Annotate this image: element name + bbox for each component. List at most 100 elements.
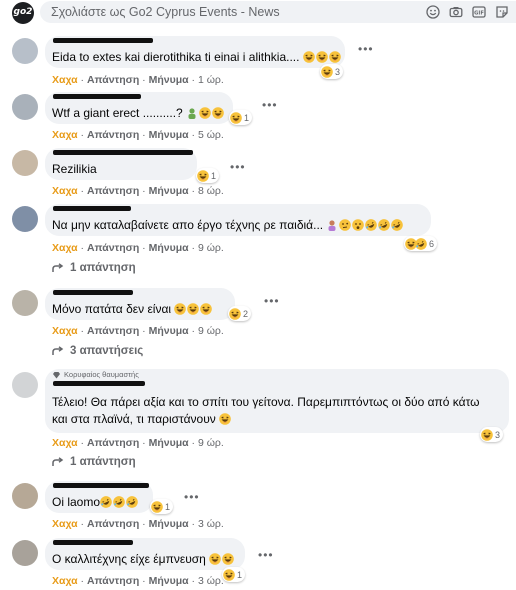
message-button[interactable]: Μήνυμα (149, 242, 189, 254)
haha-reaction-button[interactable]: Χαχα (52, 185, 78, 197)
comment-bubble: Κορυφαίος θαυμαστής Τέλειο! Θα πάρει αξί… (45, 369, 509, 433)
comment-time[interactable]: 9 ώρ. (198, 325, 224, 337)
author-name-redacted[interactable] (53, 290, 133, 295)
comment-time[interactable]: 9 ώρ. (198, 437, 224, 449)
comment-text: Μόνο πατάτα δεν είναι (52, 302, 213, 316)
message-button[interactable]: Μήνυμα (149, 575, 189, 587)
svg-text:GIF: GIF (474, 11, 484, 17)
haha-reaction-button[interactable]: Χαχα (52, 325, 78, 337)
reaction-summary[interactable]: 3 (480, 427, 504, 442)
sticker-icon[interactable] (494, 4, 510, 20)
more-options-icon[interactable]: ••• (230, 160, 246, 174)
emoji-icon[interactable] (425, 4, 441, 20)
haha-reaction-button[interactable]: Χαχα (52, 518, 78, 530)
comment-text: Eida to extes kai dierotithika ti einai … (52, 50, 341, 64)
haha-reaction-button[interactable]: Χαχα (52, 437, 78, 449)
camera-icon[interactable] (448, 4, 464, 20)
comment-text: Wtf a giant erect ..........? (52, 106, 225, 120)
reaction-summary[interactable]: 1 (196, 168, 220, 183)
avatar[interactable] (12, 94, 38, 120)
replies-count: 3 απαντήσεις (70, 345, 144, 357)
reaction-summary[interactable]: 6 (404, 236, 438, 251)
haha-reaction-button[interactable]: Χαχα (52, 129, 78, 141)
message-button[interactable]: Μήνυμα (149, 325, 189, 337)
reply-button[interactable]: Απάντηση (87, 185, 139, 197)
reply-button[interactable]: Απάντηση (87, 575, 139, 587)
more-options-icon[interactable]: ••• (358, 42, 374, 56)
message-button[interactable]: Μήνυμα (149, 518, 189, 530)
message-button[interactable]: Μήνυμα (149, 74, 189, 86)
avatar[interactable] (12, 483, 38, 509)
comment-input[interactable]: Σχολιάστε ως Go2 Cyprus Events - News GI… (40, 1, 516, 23)
author-name-redacted[interactable] (53, 483, 149, 488)
reaction-summary[interactable]: 1 (229, 110, 253, 125)
gif-icon[interactable]: GIF (471, 4, 487, 20)
comment-actions: Χαχα · Απάντηση · Μήνυμα · 9 ώρ. (52, 325, 224, 337)
comment-actions: Χαχα · Απάντηση · Μήνυμα · 1 ώρ. (52, 74, 224, 86)
message-button[interactable]: Μήνυμα (149, 185, 189, 197)
comment-composer: go2 Σχολιάστε ως Go2 Cyprus Events - New… (0, 0, 516, 24)
message-button[interactable]: Μήνυμα (149, 129, 189, 141)
comment-actions: Χαχα · Απάντηση · Μήνυμα · 3 ώρ. (52, 575, 224, 587)
reaction-summary[interactable]: 2 (228, 306, 252, 321)
reply-button[interactable]: Απάντηση (87, 437, 139, 449)
page-logo-text: go2 (13, 7, 33, 17)
comment-actions: Χαχα · Απάντηση · Μήνυμα · 8 ώρ. (52, 185, 224, 197)
reply-arrow-icon (52, 457, 64, 466)
diamond-icon (53, 371, 60, 378)
replies-count: 1 απάντηση (70, 262, 136, 274)
reply-button[interactable]: Απάντηση (87, 74, 139, 86)
comment-time[interactable]: 5 ώρ. (198, 129, 224, 141)
author-name-redacted[interactable] (53, 206, 131, 211)
replies-count: 1 απάντηση (70, 456, 136, 468)
author-name-redacted[interactable] (53, 540, 133, 545)
view-replies-link[interactable]: 1 απάντηση (52, 456, 136, 468)
more-options-icon[interactable]: ••• (258, 548, 274, 562)
comment-time[interactable]: 3 ώρ. (198, 575, 224, 587)
reaction-summary[interactable]: 1 (150, 499, 174, 514)
haha-reaction-button[interactable]: Χαχα (52, 575, 78, 587)
comment-actions: Χαχα · Απάντηση · Μήνυμα · 3 ώρ. (52, 518, 224, 530)
comment-bubble: Rezilikia (45, 148, 197, 180)
reply-button[interactable]: Απάντηση (87, 325, 139, 337)
reply-button[interactable]: Απάντηση (87, 129, 139, 141)
comment-time[interactable]: 9 ώρ. (198, 242, 224, 254)
comment-bubble: Να μην καταλαβαίνετε απο έργο τέχνης ρε … (45, 204, 431, 236)
comment-text: Oi laomo (52, 495, 139, 509)
reply-button[interactable]: Απάντηση (87, 518, 139, 530)
avatar[interactable] (12, 540, 38, 566)
comment-time[interactable]: 3 ώρ. (198, 518, 224, 530)
avatar[interactable] (12, 206, 38, 232)
author-name-redacted[interactable] (53, 38, 153, 43)
comment-text: Rezilikia (52, 162, 97, 176)
comment-text: Ο καλλιτέχνης είχε έμπνευση (52, 552, 235, 566)
avatar[interactable] (12, 150, 38, 176)
comment-text-line-1: Τέλειο! Θα πάρει αξία και το σπίτι του γ… (52, 395, 480, 409)
avatar[interactable] (12, 290, 38, 316)
reaction-summary[interactable]: 1 (222, 567, 246, 582)
comment-text-line-2: και στα πλαϊνά, τι παριστάνουν (52, 412, 232, 426)
author-name-redacted[interactable] (53, 94, 141, 99)
more-options-icon[interactable]: ••• (262, 98, 278, 112)
more-options-icon[interactable]: ••• (184, 490, 200, 504)
reply-button[interactable]: Απάντηση (87, 242, 139, 254)
avatar[interactable] (12, 372, 38, 398)
reaction-summary[interactable]: 3 (320, 64, 344, 79)
author-name-redacted[interactable] (53, 381, 145, 386)
view-replies-link[interactable]: 3 απαντήσεις (52, 345, 143, 357)
comment-actions: Χαχα · Απάντηση · Μήνυμα · 5 ώρ. (52, 129, 224, 141)
reply-arrow-icon (52, 346, 64, 355)
haha-reaction-button[interactable]: Χαχα (52, 74, 78, 86)
page-avatar[interactable]: go2 (12, 2, 34, 24)
author-name-redacted[interactable] (53, 150, 193, 155)
comment-time[interactable]: 8 ώρ. (198, 185, 224, 197)
haha-reaction-button[interactable]: Χαχα (52, 242, 78, 254)
comment-time[interactable]: 1 ώρ. (198, 74, 224, 86)
comment-bubble: Ο καλλιτέχνης είχε έμπνευση (45, 538, 245, 570)
more-options-icon[interactable]: ••• (264, 294, 280, 308)
reply-arrow-icon (52, 263, 64, 272)
view-replies-link[interactable]: 1 απάντηση (52, 262, 136, 274)
message-button[interactable]: Μήνυμα (149, 437, 189, 449)
avatar[interactable] (12, 38, 38, 64)
comment-bubble: Wtf a giant erect ..........? (45, 92, 233, 124)
